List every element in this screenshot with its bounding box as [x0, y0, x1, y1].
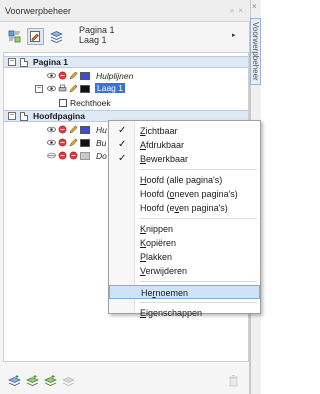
- new-master-layer-all-pages-button[interactable]: [44, 374, 57, 387]
- new-master-layer-icon: [26, 375, 39, 386]
- docker-titlebar: Voorwerpbeheer » ×: [0, 0, 250, 22]
- layer-color-swatch[interactable]: [80, 152, 90, 160]
- menu-item-label: Hoofd (even pagina's): [140, 203, 228, 213]
- master-desktop-label: Bu: [96, 138, 107, 148]
- page-icon: [20, 58, 28, 67]
- tree-row-layer-1[interactable]: − Laag 1: [4, 83, 248, 95]
- current-layer-label: Laag 1: [79, 35, 107, 45]
- master-guides-label: Hu: [96, 125, 107, 135]
- hidden-eye-icon[interactable]: [47, 151, 56, 160]
- delete-button[interactable]: [227, 374, 240, 387]
- menu-item-label: Knippen: [140, 224, 174, 234]
- docker-bottom-bar: [0, 366, 250, 394]
- editable-pencil-icon[interactable]: [69, 71, 78, 80]
- current-page-label: Pagina 1: [79, 25, 115, 35]
- docker-flyout-arrow-icon[interactable]: ▸: [232, 31, 236, 39]
- guides-label: Hulplijnen: [96, 71, 134, 81]
- trash-icon: [229, 375, 238, 387]
- printable-icon[interactable]: [58, 125, 67, 134]
- menu-item-knippen[interactable]: Knippen: [109, 222, 260, 236]
- visibility-eye-icon[interactable]: [47, 138, 56, 147]
- docker-title: Voorwerpbeheer: [5, 5, 72, 16]
- menu-item-kopi-ren[interactable]: Kopiëren: [109, 236, 260, 250]
- menu-item-hoofd-oneven-pagina-s[interactable]: Hoofd (oneven pagina's): [109, 187, 260, 201]
- menu-item-hernoemen[interactable]: Hernoemen: [109, 285, 260, 299]
- menu-item-label: Hoofd (oneven pagina's): [140, 189, 238, 199]
- page-icon: [20, 112, 28, 121]
- printable-icon[interactable]: [58, 71, 67, 80]
- current-page-layer-indicator: Pagina 1 Laag 1: [79, 25, 115, 45]
- menu-item-eigenschappen[interactable]: Eigenschappen: [109, 306, 260, 320]
- layer-context-menu: ✓ Zichtbaar ✓ Afdrukbaar ✓ Bewerkbaar Hoofd (a…: [108, 120, 261, 318]
- menu-item-label: Eigenschappen: [140, 308, 203, 318]
- menu-separator: [139, 218, 257, 219]
- layer-1-label[interactable]: Laag 1: [95, 83, 125, 93]
- master-grid-label: Do: [96, 151, 107, 161]
- menu-item-label: Bewerkbaar: [140, 154, 189, 164]
- new-layer-button[interactable]: [8, 374, 21, 387]
- editable-pencil-icon[interactable]: [69, 84, 78, 93]
- master-page-label: Hoofdpagina: [33, 111, 85, 121]
- tree-row-rectangle[interactable]: Rechthoek: [4, 97, 248, 109]
- collapse-page-1-toggle[interactable]: −: [8, 58, 16, 66]
- editable-pencil-icon[interactable]: [69, 138, 78, 147]
- menu-separator: [139, 281, 257, 282]
- editable-pencil-icon[interactable]: [69, 125, 78, 134]
- new-master-layer-odd-pages-button[interactable]: [62, 374, 75, 387]
- layer-color-swatch[interactable]: [80, 139, 90, 147]
- printable-icon[interactable]: [58, 138, 67, 147]
- new-master-layer-odd-icon: [62, 377, 75, 386]
- rectangle-label: Rechthoek: [70, 98, 111, 108]
- tree-row-page-1[interactable]: − Pagina 1: [4, 56, 248, 68]
- menu-item-hoofd-even-pagina-s[interactable]: Hoofd (even pagina's): [109, 201, 260, 215]
- menu-item-label: Afdrukbaar: [140, 140, 185, 150]
- menu-item-label: Plakken: [140, 252, 173, 262]
- menu-item-verwijderen[interactable]: Verwijderen: [109, 264, 260, 278]
- layer-color-swatch[interactable]: [80, 72, 90, 80]
- close-icon[interactable]: ×: [252, 2, 257, 11]
- collapse-master-page-toggle[interactable]: −: [8, 112, 16, 120]
- menu-item-hoofd-alle-pagina-s[interactable]: Hoofd (alle pagina's): [109, 173, 260, 187]
- printer-icon[interactable]: [58, 84, 67, 93]
- checkmark-icon: ✓: [118, 125, 127, 136]
- tree-row-guides[interactable]: Hulplijnen: [4, 70, 248, 82]
- menu-item-label: Hernoemen: [141, 288, 189, 298]
- menu-item-label: Hoofd (alle pagina's): [140, 175, 223, 185]
- show-object-properties-button[interactable]: [6, 28, 23, 45]
- visibility-eye-icon[interactable]: [47, 125, 56, 134]
- layer-manager-view-button[interactable]: [48, 28, 65, 45]
- locked-icon[interactable]: [69, 151, 78, 160]
- docker-window-controls[interactable]: » ×: [230, 6, 244, 15]
- new-master-layer-button[interactable]: [26, 374, 39, 387]
- rectangle-shape-icon: [59, 99, 67, 107]
- layer-color-swatch[interactable]: [80, 126, 90, 134]
- docker-toolbar: Pagina 1 Laag 1 ▸: [0, 23, 250, 50]
- visibility-eye-icon[interactable]: [47, 71, 56, 80]
- menu-separator: [139, 169, 257, 170]
- new-layer-icon: [8, 375, 21, 386]
- edit-across-layers-icon: [30, 31, 40, 42]
- visibility-eye-icon[interactable]: [47, 84, 56, 93]
- page-1-label: Pagina 1: [33, 57, 68, 67]
- menu-item-label: Zichtbaar: [140, 126, 178, 136]
- checkmark-icon: ✓: [118, 139, 127, 150]
- menu-item-bewerkbaar[interactable]: ✓ Bewerkbaar: [109, 152, 260, 166]
- layer-color-swatch[interactable]: [80, 85, 90, 93]
- menu-separator: [139, 302, 257, 303]
- layer-manager-view-icon: [50, 31, 63, 43]
- menu-item-afdrukbaar[interactable]: ✓ Afdrukbaar: [109, 138, 260, 152]
- menu-item-zichtbaar[interactable]: ✓ Zichtbaar: [109, 124, 260, 138]
- printable-icon[interactable]: [58, 151, 67, 160]
- new-master-layer-all-icon: [44, 375, 57, 386]
- tab-object-manager[interactable]: Voorwerpbeheer: [250, 18, 261, 85]
- object-properties-icon: [8, 30, 21, 43]
- edit-across-layers-button[interactable]: [27, 28, 44, 45]
- menu-item-plakken[interactable]: Plakken: [109, 250, 260, 264]
- checkmark-icon: ✓: [118, 153, 127, 164]
- menu-item-label: Verwijderen: [140, 266, 188, 276]
- menu-item-label: Kopiëren: [140, 238, 177, 248]
- collapse-layer-1-toggle[interactable]: −: [35, 85, 43, 93]
